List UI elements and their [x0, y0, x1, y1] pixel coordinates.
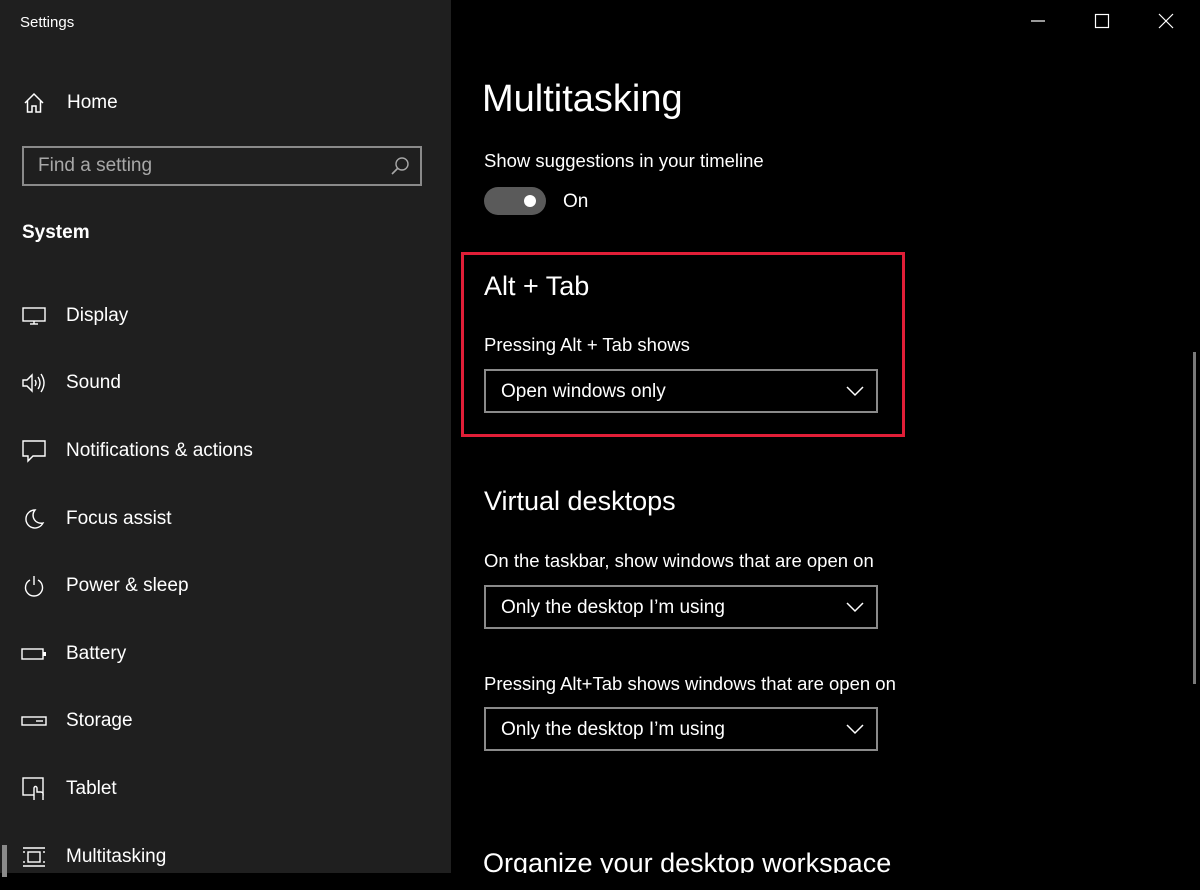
dropdown-value: Only the desktop I’m using — [501, 719, 725, 740]
search-icon[interactable] — [390, 156, 410, 176]
minimize-icon — [1030, 13, 1046, 34]
notification-icon — [21, 438, 47, 464]
alt-tab-dropdown[interactable]: Open windows only — [484, 369, 878, 413]
alttab-windows-label: Pressing Alt+Tab shows windows that are … — [484, 673, 896, 694]
sidebar-item-label: Notifications & actions — [66, 439, 253, 461]
maximize-button[interactable] — [1070, 0, 1134, 46]
battery-icon — [21, 641, 47, 667]
chevron-down-icon — [846, 600, 864, 614]
sidebar-item-label: Multitasking — [66, 845, 167, 867]
moon-icon — [21, 506, 47, 532]
speaker-icon — [21, 370, 47, 396]
monitor-icon — [21, 303, 47, 329]
taskbar-windows-label: On the taskbar, show windows that are op… — [484, 550, 874, 571]
timeline-label: Show suggestions in your timeline — [484, 150, 764, 171]
multitasking-icon — [21, 844, 47, 870]
dropdown-value: Only the desktop I’m using — [501, 597, 725, 618]
sidebar-item-power-sleep[interactable]: Power & sleep — [0, 552, 451, 620]
sidebar-item-tablet[interactable]: Tablet — [0, 755, 451, 823]
sidebar-item-label: Power & sleep — [66, 575, 189, 597]
page-title: Multitasking — [482, 78, 683, 120]
timeline-toggle-state: On — [563, 191, 589, 212]
chevron-down-icon — [846, 722, 864, 736]
sidebar-item-multitasking[interactable]: Multitasking — [0, 823, 451, 890]
sidebar-item-storage[interactable]: Storage — [0, 688, 451, 756]
search-input[interactable] — [38, 148, 378, 184]
home-link[interactable]: Home — [22, 88, 118, 118]
minimize-button[interactable] — [1006, 0, 1070, 46]
section-label-system: System — [22, 222, 90, 243]
virtual-desktops-heading: Virtual desktops — [484, 486, 676, 516]
alttab-windows-dropdown[interactable]: Only the desktop I’m using — [484, 707, 878, 751]
sidebar-item-display[interactable]: Display — [0, 282, 451, 350]
sidebar-item-label: Display — [66, 304, 129, 326]
sidebar: Settings Home System Display Sound — [0, 0, 451, 877]
timeline-toggle[interactable] — [484, 187, 546, 215]
power-icon — [21, 573, 47, 599]
home-label: Home — [67, 92, 118, 113]
taskbar-windows-dropdown[interactable]: Only the desktop I’m using — [484, 585, 878, 629]
sidebar-item-focus-assist[interactable]: Focus assist — [0, 485, 451, 553]
toggle-knob — [524, 195, 536, 207]
sidebar-item-label: Focus assist — [66, 507, 172, 529]
close-button[interactable] — [1134, 0, 1198, 46]
close-icon — [1158, 13, 1174, 34]
sidebar-item-label: Sound — [66, 372, 121, 394]
maximize-icon — [1094, 13, 1110, 34]
sidebar-item-battery[interactable]: Battery — [0, 620, 451, 688]
alt-tab-heading: Alt + Tab — [484, 271, 590, 301]
app-title: Settings — [20, 14, 75, 31]
scrollbar[interactable] — [1193, 352, 1196, 684]
sidebar-item-label: Tablet — [66, 777, 117, 799]
organize-workspace-heading: Organize your desktop workspace — [483, 848, 892, 873]
sidebar-item-label: Battery — [66, 642, 127, 664]
home-icon — [22, 91, 46, 115]
storage-icon — [21, 708, 47, 734]
alt-tab-label: Pressing Alt + Tab shows — [484, 334, 690, 355]
tablet-icon — [21, 776, 47, 802]
sidebar-item-label: Storage — [66, 710, 133, 732]
sidebar-item-notifications[interactable]: Notifications & actions — [0, 417, 451, 485]
dropdown-value: Open windows only — [501, 381, 666, 402]
sidebar-nav: Display Sound Notifications & actions Fo… — [0, 282, 451, 890]
chevron-down-icon — [846, 384, 864, 398]
sidebar-item-sound[interactable]: Sound — [0, 350, 451, 418]
search-box[interactable] — [22, 146, 422, 186]
main-content: Multitasking Show suggestions in your ti… — [451, 0, 1200, 873]
